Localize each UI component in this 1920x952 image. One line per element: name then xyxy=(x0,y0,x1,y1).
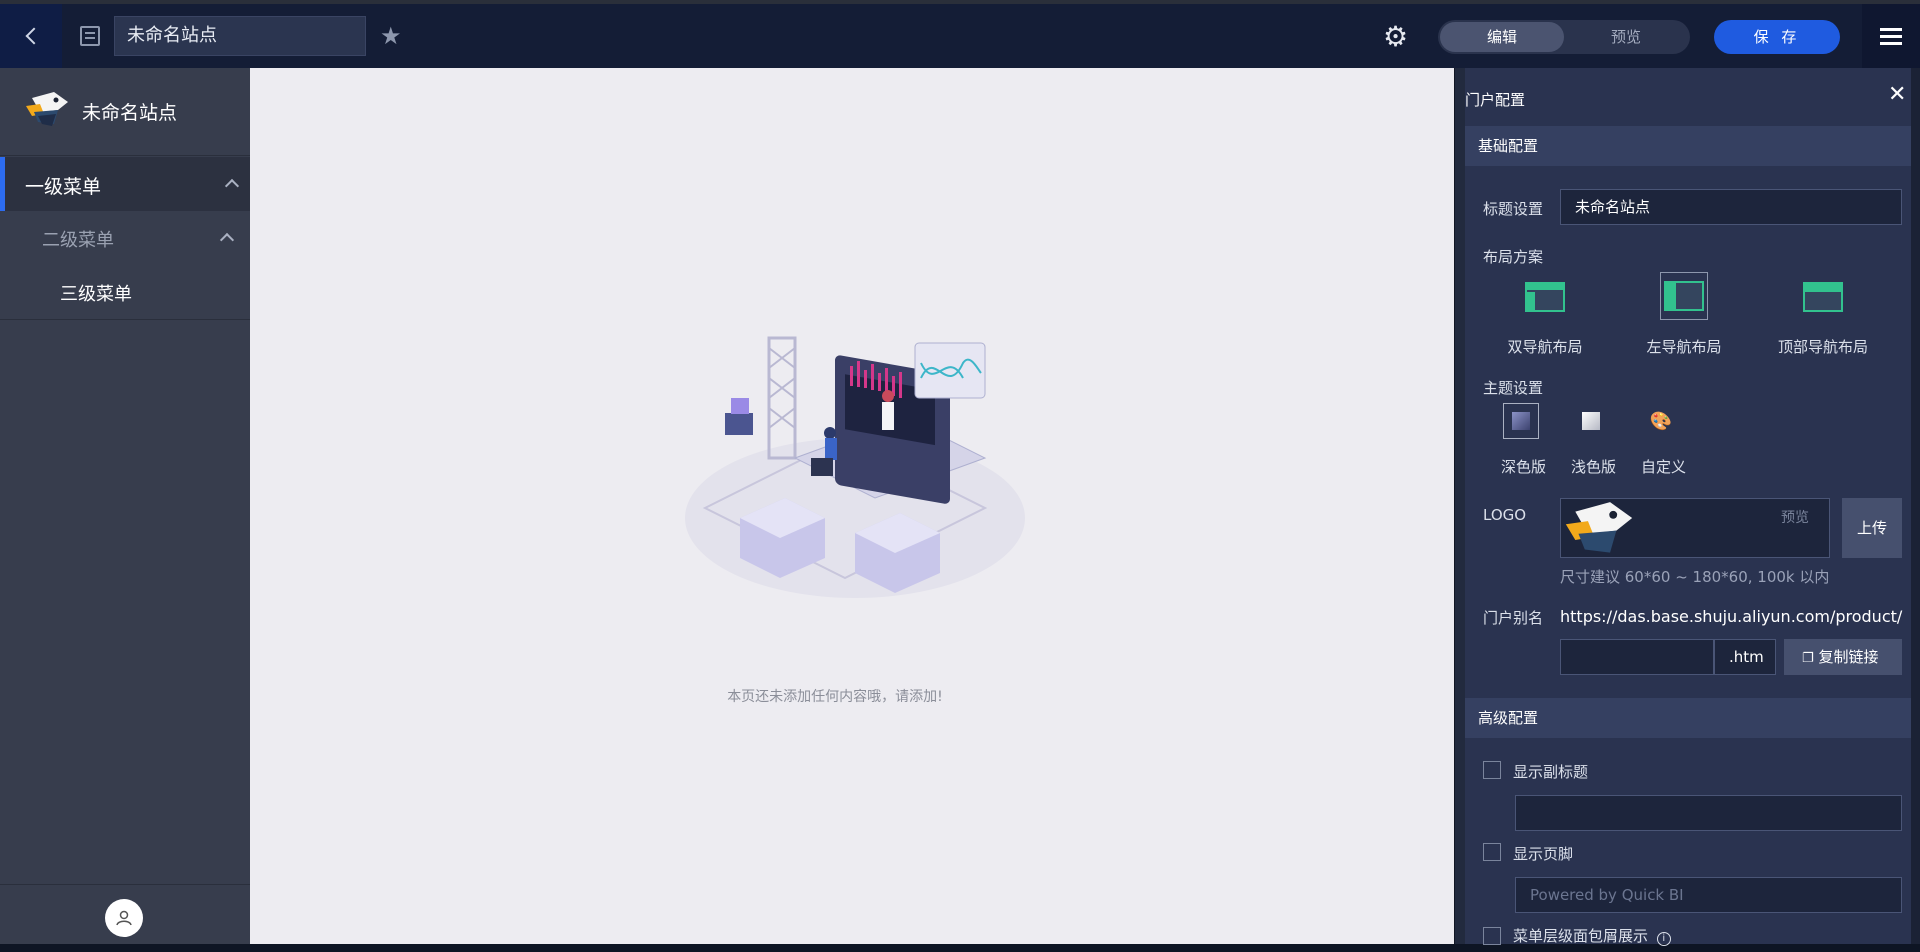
eagle-logo-icon xyxy=(1565,502,1633,553)
mode-toggle: 编辑 预览 xyxy=(1438,20,1690,54)
show-footer-label: 显示页脚 xyxy=(1513,845,1574,863)
site-sidebar: 未命名站点 一级菜单 二级菜单 三级菜单 xyxy=(0,68,250,944)
theme-caption-light: 浅色版 xyxy=(1571,458,1617,476)
info-icon[interactable]: i xyxy=(1656,932,1671,946)
gear-icon[interactable]: ⚙ xyxy=(1383,20,1408,53)
sidebar-footer xyxy=(0,884,250,944)
upload-button[interactable]: 上传 xyxy=(1842,498,1902,558)
theme-light[interactable] xyxy=(1573,403,1609,439)
layout-dual-nav[interactable] xyxy=(1521,273,1569,321)
layout-caption-left: 左导航布局 xyxy=(1646,338,1722,356)
alias-label: 门户别名 xyxy=(1483,609,1544,627)
breadcrumb-checkbox[interactable] xyxy=(1483,927,1501,945)
copy-link-button[interactable]: ❐ 复制链接 xyxy=(1784,639,1902,675)
menu-level-1-label: 一级菜单 xyxy=(25,176,102,198)
subtitle-input[interactable] xyxy=(1515,795,1902,831)
logo-size-hint: 尺寸建议 60*60 ~ 180*60, 100k 以内 xyxy=(1560,568,1830,586)
config-panel: 门户配置 ✕ 基础配置 标题设置 未命名站点 布局方案 双导航布局 左导航布局 … xyxy=(1454,68,1920,946)
left-nav-layout-icon xyxy=(1664,281,1704,311)
layout-caption-top: 顶部导航布局 xyxy=(1777,338,1868,356)
empty-state-message: 本页还未添加任何内容哦，请添加! xyxy=(727,689,943,705)
avatar[interactable] xyxy=(105,899,143,937)
menu-level-3-label: 三级菜单 xyxy=(60,284,132,305)
dark-theme-swatch-icon xyxy=(1512,412,1530,430)
show-subtitle-label: 显示副标题 xyxy=(1513,763,1589,781)
document-icon[interactable] xyxy=(80,26,100,46)
palette-icon: 🎨 xyxy=(1649,410,1673,432)
user-icon xyxy=(116,910,132,926)
logo-preview-link[interactable]: 预览 xyxy=(1781,507,1809,527)
theme-custom[interactable]: 🎨 xyxy=(1643,403,1679,439)
chevron-up-icon[interactable] xyxy=(219,232,235,248)
config-panel-body: 门户配置 ✕ 基础配置 标题设置 未命名站点 布局方案 双导航布局 左导航布局 … xyxy=(1465,68,1911,946)
chevron-left-icon xyxy=(25,27,43,45)
breadcrumb-option-text: 菜单层级面包屑展示 xyxy=(1513,927,1649,945)
copy-link-label: 复制链接 xyxy=(1818,648,1879,666)
layout-caption-dual: 双导航布局 xyxy=(1507,338,1583,356)
top-nav-layout-icon xyxy=(1803,282,1843,312)
edit-mode-button[interactable]: 编辑 xyxy=(1440,22,1564,52)
site-header: 未命名站点 xyxy=(0,68,250,156)
dual-nav-layout-icon xyxy=(1525,282,1565,312)
layout-label: 布局方案 xyxy=(1483,248,1544,266)
copy-icon: ❐ xyxy=(1802,651,1814,666)
breadcrumb-label: 菜单层级面包屑展示 i xyxy=(1513,925,1671,946)
theme-caption-dark: 深色版 xyxy=(1501,458,1547,476)
site-title-input[interactable]: 未命名站点 xyxy=(114,16,366,56)
advanced-config-header[interactable]: 高级配置 xyxy=(1465,698,1911,738)
panel-title: 门户配置 xyxy=(1465,91,1526,109)
logo-label: LOGO xyxy=(1483,506,1527,524)
empty-state-illustration xyxy=(685,336,1025,598)
panel-scrollbar[interactable] xyxy=(1911,68,1920,944)
basic-config-header[interactable]: 基础配置 xyxy=(1465,126,1911,166)
show-subtitle-checkbox[interactable] xyxy=(1483,761,1501,779)
menu-level-2-label: 二级菜单 xyxy=(42,230,114,251)
save-button[interactable]: 保 存 xyxy=(1714,20,1840,54)
chevron-up-icon[interactable] xyxy=(224,178,240,194)
back-button[interactable] xyxy=(0,4,62,68)
footer-input[interactable]: Powered by Quick BI xyxy=(1515,877,1902,913)
eagle-logo-icon xyxy=(26,92,68,126)
site-name: 未命名站点 xyxy=(82,102,178,124)
logo-preview-box: 预览 xyxy=(1560,498,1830,558)
layout-left-nav[interactable] xyxy=(1660,272,1708,320)
title-input[interactable]: 未命名站点 xyxy=(1560,189,1902,225)
alias-suffix: .htm xyxy=(1714,639,1776,675)
show-footer-checkbox[interactable] xyxy=(1483,843,1501,861)
alias-input[interactable] xyxy=(1560,639,1714,675)
theme-dark[interactable] xyxy=(1503,403,1539,439)
alias-url: https://das.base.shuju.aliyun.com/produc… xyxy=(1560,607,1903,626)
preview-mode-button[interactable]: 预览 xyxy=(1564,22,1688,52)
title-label: 标题设置 xyxy=(1483,200,1544,218)
menu-level-1[interactable]: 一级菜单 xyxy=(0,157,250,211)
top-bar: 未命名站点 ★ ⚙ 编辑 预览 保 存 xyxy=(0,0,1920,68)
close-icon[interactable]: ✕ xyxy=(1888,82,1906,107)
star-icon[interactable]: ★ xyxy=(380,22,402,50)
layout-top-nav[interactable] xyxy=(1799,273,1847,321)
hamburger-menu-icon[interactable] xyxy=(1862,4,1920,68)
menu-level-3[interactable]: 三级菜单 xyxy=(0,265,250,320)
theme-caption-custom: 自定义 xyxy=(1641,458,1687,476)
theme-label: 主题设置 xyxy=(1483,379,1544,397)
light-theme-swatch-icon xyxy=(1582,412,1600,430)
menu-level-2[interactable]: 二级菜单 xyxy=(0,211,250,265)
page-canvas: 本页还未添加任何内容哦，请添加! xyxy=(250,68,1454,944)
